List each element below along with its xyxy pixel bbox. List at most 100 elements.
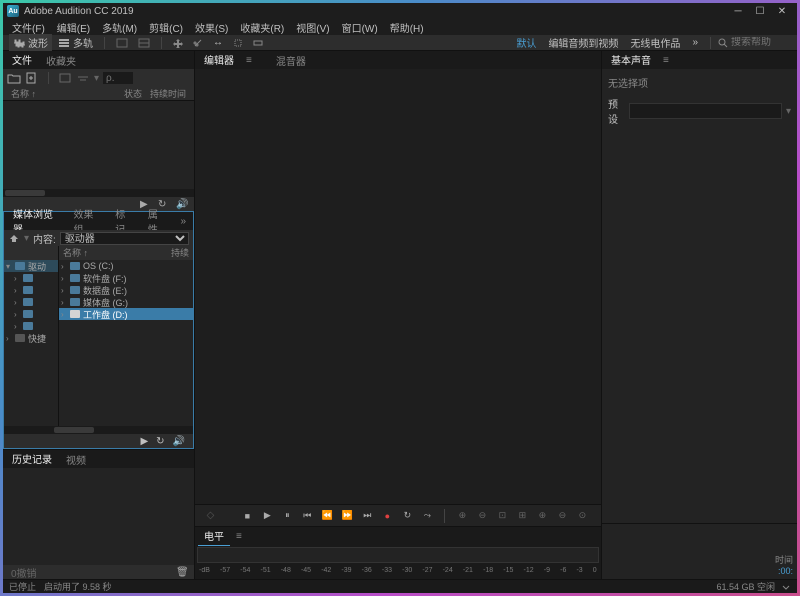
waveform-mode-button[interactable]: 波形 xyxy=(9,34,52,51)
rewind-button[interactable]: ⏪ xyxy=(320,509,334,523)
media-tree[interactable]: ▾驱动 › › › › › ›快捷 xyxy=(4,246,58,426)
zoom-sel-icon[interactable]: ⊞ xyxy=(515,509,529,523)
zoom-reset-icon[interactable]: ⊙ xyxy=(575,509,589,523)
col-duration[interactable]: 持续时间 xyxy=(146,87,190,100)
go-start-button[interactable]: ⏮ xyxy=(300,509,314,523)
list-row[interactable]: ›OS (C:) xyxy=(59,260,193,272)
zoom-out-icon[interactable]: ⊖ xyxy=(475,509,489,523)
levels-meter xyxy=(197,547,599,563)
col-status[interactable]: 状态 xyxy=(120,87,146,100)
tree-drives[interactable]: ▾驱动 xyxy=(4,260,58,272)
menu-clip[interactable]: 剪辑(C) xyxy=(144,20,188,35)
close-button[interactable]: ✕ xyxy=(771,6,793,17)
esound-menu-icon[interactable]: ≡ xyxy=(659,55,673,66)
trash-icon[interactable]: 🗑 xyxy=(176,567,186,577)
dropdown-icon[interactable] xyxy=(781,582,791,592)
list-row[interactable]: ›工作盘 (D:) xyxy=(59,308,193,320)
zoom-in-v-icon[interactable]: ⊕ xyxy=(535,509,549,523)
files-search-input[interactable] xyxy=(103,72,133,84)
menu-effects[interactable]: 效果(S) xyxy=(190,20,233,35)
go-end-button[interactable]: ⏭ xyxy=(360,509,374,523)
tab-video[interactable]: 视频 xyxy=(60,450,92,469)
tab-levels[interactable]: 电平 xyxy=(198,526,230,546)
panel-overflow-button[interactable]: » xyxy=(176,216,190,227)
tree-drive-item[interactable]: › xyxy=(4,320,58,332)
tab-files[interactable]: 文件 xyxy=(6,50,38,70)
editor-canvas[interactable] xyxy=(195,69,601,504)
zoom-full-icon[interactable]: ⊡ xyxy=(495,509,509,523)
menu-file[interactable]: 文件(F) xyxy=(7,20,50,35)
list-row[interactable]: ›媒体盘 (G:) xyxy=(59,296,193,308)
tool-hud[interactable] xyxy=(112,37,132,49)
multitrack-mode-button[interactable]: 多轨 xyxy=(54,34,97,51)
list-row[interactable]: ›软件盘 (F:) xyxy=(59,272,193,284)
preset-dropdown[interactable] xyxy=(629,103,782,119)
import-icon[interactable] xyxy=(58,72,72,84)
forward-button[interactable]: ⏩ xyxy=(340,509,354,523)
tree-shortcuts[interactable]: ›快捷 xyxy=(4,332,58,344)
skip-selection-button[interactable]: ⤳ xyxy=(420,509,434,523)
loop-button[interactable]: ↻ xyxy=(156,436,164,447)
tool-razor[interactable] xyxy=(189,37,207,49)
transport-bar: ◇ ■ ▶ ⏸ ⏮ ⏪ ⏩ ⏭ ● ↻ ⤳ ⊕ ⊖ ⊡ ⊞ ⊕ xyxy=(195,504,601,526)
menu-edit[interactable]: 编辑(E) xyxy=(52,20,95,35)
play-button[interactable]: ▶ xyxy=(260,509,274,523)
col-name[interactable]: 名称 ↑ xyxy=(63,246,171,260)
autoplay-button[interactable]: 🔊 xyxy=(176,199,186,209)
menu-multitrack[interactable]: 多轨(M) xyxy=(97,20,142,35)
loop-button[interactable]: ↻ xyxy=(400,509,414,523)
files-list[interactable] xyxy=(3,101,194,189)
search-help-input[interactable] xyxy=(731,37,791,48)
new-file-icon[interactable] xyxy=(25,72,39,84)
media-scrollbar[interactable] xyxy=(4,426,193,434)
tool-spectral[interactable] xyxy=(134,37,154,49)
workspace-radio[interactable]: 无线电作品 xyxy=(625,35,685,50)
video-duration-value: :00: xyxy=(778,566,793,576)
tool-marquee[interactable] xyxy=(249,37,267,49)
minimize-button[interactable]: ─ xyxy=(727,6,749,17)
workspace-default[interactable]: 默认 xyxy=(511,35,541,50)
app-title: Adobe Audition CC 2019 xyxy=(24,6,727,17)
up-folder-icon[interactable] xyxy=(8,233,20,243)
tool-move[interactable] xyxy=(169,37,187,49)
tree-drive-item[interactable]: › xyxy=(4,308,58,320)
menu-help[interactable]: 帮助(H) xyxy=(385,20,429,35)
preset-menu-icon[interactable]: ▾ xyxy=(786,106,791,117)
autoplay-button[interactable]: 🔊 xyxy=(173,436,185,447)
levels-menu-icon[interactable]: ≡ xyxy=(232,531,246,542)
zoom-out-v-icon[interactable]: ⊖ xyxy=(555,509,569,523)
menu-view[interactable]: 视图(V) xyxy=(291,20,334,35)
tab-favorites[interactable]: 收藏夹 xyxy=(40,51,82,70)
tab-essential-sound[interactable]: 基本声音 xyxy=(605,50,657,70)
menu-window[interactable]: 窗口(W) xyxy=(337,20,383,35)
record-button[interactable]: ● xyxy=(380,509,394,523)
zoom-in-icon[interactable]: ⊕ xyxy=(455,509,469,523)
workspace-edit-audio[interactable]: 编辑音频到视频 xyxy=(543,35,623,50)
filter-icon[interactable] xyxy=(76,72,90,84)
pause-button[interactable]: ⏸ xyxy=(280,509,294,523)
undo-count: 0撤销 xyxy=(11,565,37,580)
play-button[interactable]: ▶ xyxy=(140,436,148,447)
col-dur[interactable]: 持续 xyxy=(171,246,189,260)
open-file-icon[interactable] xyxy=(7,72,21,84)
tab-editor[interactable]: 编辑器 xyxy=(198,50,240,70)
maximize-button[interactable]: ☐ xyxy=(749,6,771,17)
workspace-more[interactable]: » xyxy=(687,37,703,48)
tab-history[interactable]: 历史记录 xyxy=(6,449,58,469)
stop-button[interactable]: ■ xyxy=(240,509,254,523)
tool-time-select[interactable] xyxy=(229,37,247,49)
editor-menu-icon[interactable]: ≡ xyxy=(242,55,256,66)
tree-drive-item[interactable]: › xyxy=(4,272,58,284)
media-list[interactable]: 名称 ↑持续 ›OS (C:) ›软件盘 (F:) ›数据盘 (E:) ›媒体盘… xyxy=(58,246,193,426)
col-name[interactable]: 名称 ↑ xyxy=(7,87,120,100)
tree-drive-item[interactable]: › xyxy=(4,284,58,296)
history-list[interactable] xyxy=(3,468,194,565)
files-scrollbar[interactable] xyxy=(3,189,194,197)
list-row[interactable]: ›数据盘 (E:) xyxy=(59,284,193,296)
content-dropdown[interactable]: 驱动器 xyxy=(60,232,189,245)
tab-mixer[interactable]: 混音器 xyxy=(270,51,312,70)
menu-favorites[interactable]: 收藏夹(R) xyxy=(235,20,289,35)
tool-slip[interactable]: ↔ xyxy=(209,36,227,49)
move-icon xyxy=(173,38,183,48)
tree-drive-item[interactable]: › xyxy=(4,296,58,308)
